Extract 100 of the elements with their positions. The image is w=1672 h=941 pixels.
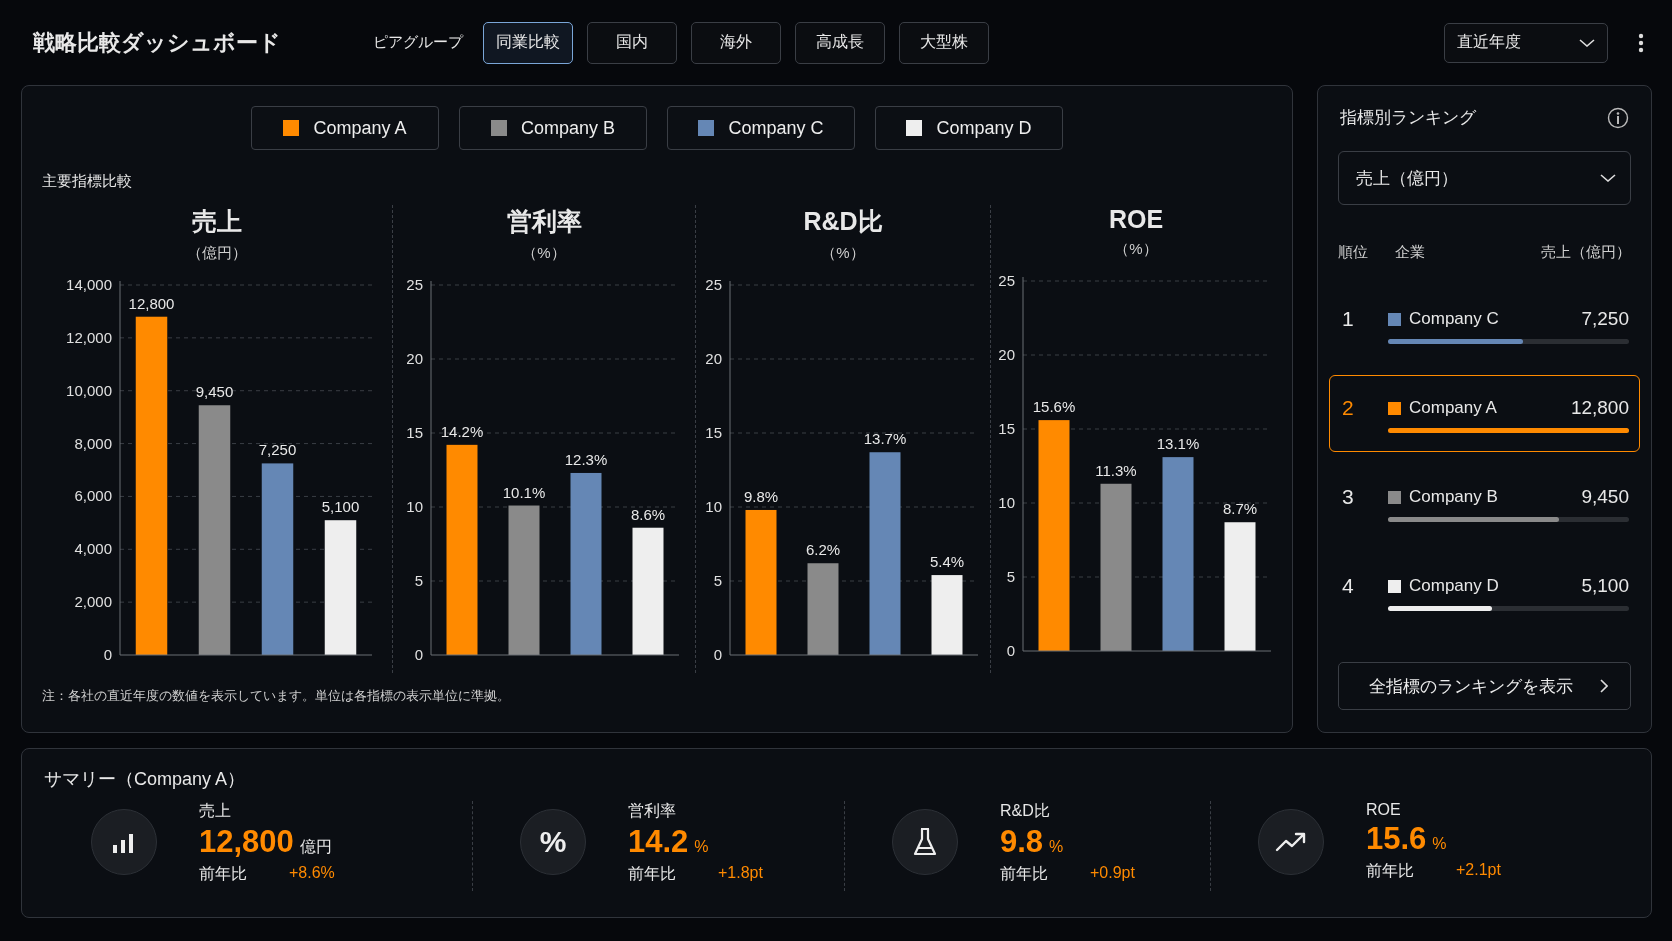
panel-title: 指標別ランキング (1340, 107, 1476, 129)
company-name: Company B (1409, 487, 1498, 507)
metric-value: 9.8 (1000, 824, 1044, 860)
rank-number: 3 (1342, 485, 1355, 509)
axis-tick-label: 10,000 (66, 381, 112, 399)
column-header: 売上（億円） (1541, 243, 1631, 262)
axis-tick-label: 15 (998, 420, 1015, 437)
metric-unit: 億円 (299, 837, 332, 857)
legend-item[interactable]: Company D (875, 106, 1063, 150)
axis-tick-label: 6,000 (74, 487, 112, 505)
data-label: 12.3% (564, 450, 608, 468)
ranking-row[interactable]: 2 Company A 12,800 (1329, 375, 1640, 452)
ranking-row[interactable]: 3 Company B 9,450 (1329, 464, 1640, 541)
axis-tick-label: 2,000 (74, 593, 112, 611)
data-label: 11.3% (1095, 461, 1137, 479)
axis-tick-label: 5 (713, 572, 722, 589)
axis-tick-label: 14,000 (66, 276, 112, 293)
change-label: 前年比 (1366, 861, 1414, 881)
filter-tab[interactable]: 同業比較 (483, 21, 573, 64)
data-label: 5,100 (321, 498, 360, 516)
axis-tick-label: 10 (998, 494, 1015, 511)
metric-dropdown[interactable]: 売上（億円） (1338, 151, 1631, 205)
metric-label: ROE (1366, 801, 1402, 819)
rank-number: 1 (1342, 307, 1355, 331)
axis-tick-label: 4,000 (74, 540, 112, 558)
axis-tick-label: 0 (414, 646, 423, 663)
chevron-down-icon (1600, 174, 1616, 182)
show-all-rankings-button[interactable]: 全指標のランキングを表示 (1338, 662, 1631, 710)
section-title: 主要指標比較 (42, 172, 133, 191)
data-label: 8.6% (630, 505, 666, 523)
chart-unit: （%） (1114, 240, 1158, 259)
column-header: 企業 (1395, 243, 1425, 262)
metric-value: 15.6 (1366, 821, 1427, 857)
axis-tick-label: 8,000 (74, 434, 112, 452)
data-label: 10.1% (502, 483, 546, 501)
filter-tab[interactable]: 大型株 (899, 21, 989, 64)
axis-tick-label: 25 (998, 272, 1015, 289)
axis-tick-label: 25 (705, 276, 722, 293)
info-icon[interactable] (1607, 106, 1629, 129)
data-label: 9,450 (195, 383, 234, 401)
chart-title: R&D比 (803, 206, 883, 237)
chart-title: 営利率 (506, 206, 582, 237)
company-name: Company C (1409, 309, 1499, 329)
axis-tick-label: 20 (705, 350, 722, 367)
rank-number: 2 (1342, 396, 1355, 420)
change-label: 前年比 (199, 864, 247, 884)
ranking-value: 5,100 (1581, 575, 1629, 597)
metric-label: 売上 (199, 801, 232, 821)
ranking-value: 12,800 (1570, 397, 1629, 419)
data-label: 13.7% (863, 430, 907, 448)
data-label: 7,250 (258, 441, 297, 459)
data-label: 15.6% (1032, 398, 1076, 416)
axis-tick-label: 15 (705, 424, 722, 441)
change-value: +8.6% (289, 864, 335, 883)
ranking-value: 9,450 (1581, 486, 1629, 508)
metric-label: R&D比 (1000, 801, 1051, 821)
metric-value: 14.2 (628, 824, 689, 860)
data-label: 9.8% (743, 487, 779, 505)
filter-tab[interactable]: 国内 (587, 21, 677, 64)
chevron-down-icon (1579, 38, 1595, 47)
data-label: 13.1% (1156, 435, 1200, 453)
metric-unit: % (694, 838, 709, 856)
legend-item[interactable]: Company B (459, 106, 647, 150)
legend-item[interactable]: Company A (251, 106, 439, 150)
chart-title: 売上 (192, 206, 242, 237)
chart-unit: （億円） (187, 244, 247, 263)
data-label: 14.2% (440, 422, 484, 440)
metric-unit: % (1432, 835, 1447, 853)
column-header: 順位 (1338, 243, 1369, 262)
company-name: Company A (1409, 398, 1497, 418)
ranking-row[interactable]: 4 Company D 5,100 (1329, 553, 1640, 630)
footnote: 注：各社の直近年度の数値を表示しています。単位は各指標の表示単位に準拠。 (42, 687, 511, 705)
change-label: 前年比 (1000, 864, 1048, 884)
rank-number: 4 (1342, 574, 1355, 598)
metric-value: 12,800 (199, 824, 294, 860)
chart-unit: （%） (821, 244, 865, 263)
ranking-value: 7,250 (1581, 308, 1629, 330)
summary-title: サマリー（Company A） (44, 768, 247, 791)
legend-item[interactable]: Company C (667, 106, 855, 150)
axis-tick-label: 15 (406, 424, 423, 441)
axis-tick-label: 5 (1006, 568, 1015, 585)
metric-unit: % (1049, 838, 1064, 856)
peer-group-label: ピアグループ (373, 33, 463, 52)
filter-tab[interactable]: 海外 (691, 21, 781, 64)
filter-tab[interactable]: 高成長 (795, 21, 885, 64)
percent-icon: % (539, 825, 567, 859)
axis-tick-label: 20 (998, 346, 1015, 363)
chart-title: ROE (1108, 205, 1164, 234)
ranking-row[interactable]: 1 Company C 7,250 (1329, 286, 1640, 363)
company-name: Company D (1409, 576, 1499, 596)
change-value: +2.1pt (1456, 861, 1501, 880)
axis-tick-label: 0 (1006, 642, 1015, 659)
period-dropdown[interactable]: 直近年度 (1444, 22, 1608, 63)
chart-unit: （%） (522, 244, 566, 263)
trend-up-icon (1275, 831, 1307, 853)
more-menu-icon[interactable] (1638, 32, 1644, 53)
axis-tick-label: 12,000 (66, 328, 112, 346)
axis-tick-label: 20 (406, 350, 423, 367)
data-label: 6.2% (805, 541, 841, 559)
flask-icon (912, 827, 938, 857)
